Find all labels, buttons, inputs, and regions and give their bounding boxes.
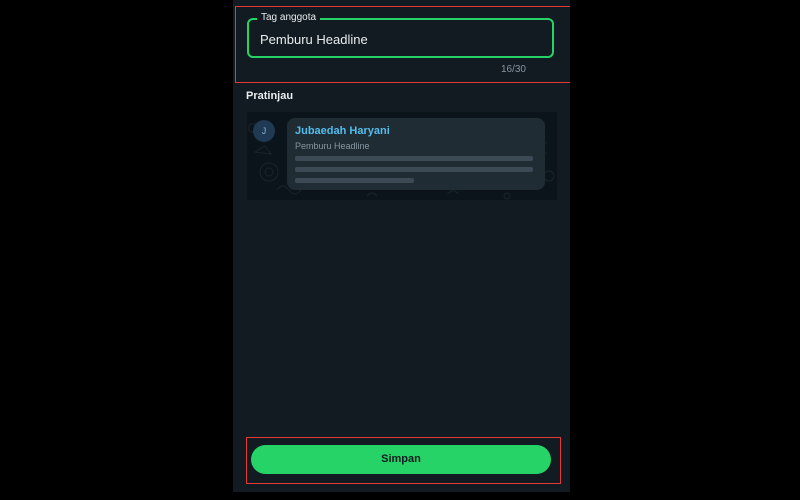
avatar: J — [253, 120, 275, 142]
message-placeholder-line — [295, 167, 533, 172]
preview-title: Pratinjau — [246, 90, 294, 102]
character-counter: 16/30 — [500, 64, 526, 75]
message-placeholder-line — [295, 178, 414, 183]
preview-message-bubble: Jubaedah Haryani Pemburu Headline — [287, 118, 545, 190]
save-button[interactable]: Simpan — [251, 445, 551, 474]
message-placeholder-line — [295, 156, 533, 161]
member-tag-label: Tag anggota — [257, 12, 321, 24]
edit-member-tag-screen: Tag anggota Pemburu Headline 16/30 Prati… — [233, 0, 570, 492]
preview-chat-area: J Jubaedah Haryani Pemburu Headline — [247, 112, 557, 200]
sender-name: Jubaedah Haryani — [295, 125, 390, 137]
member-tag-value[interactable]: Pemburu Headline — [260, 32, 368, 47]
member-tag-input[interactable]: Tag anggota Pemburu Headline — [247, 12, 554, 58]
sender-tag: Pemburu Headline — [295, 141, 370, 151]
